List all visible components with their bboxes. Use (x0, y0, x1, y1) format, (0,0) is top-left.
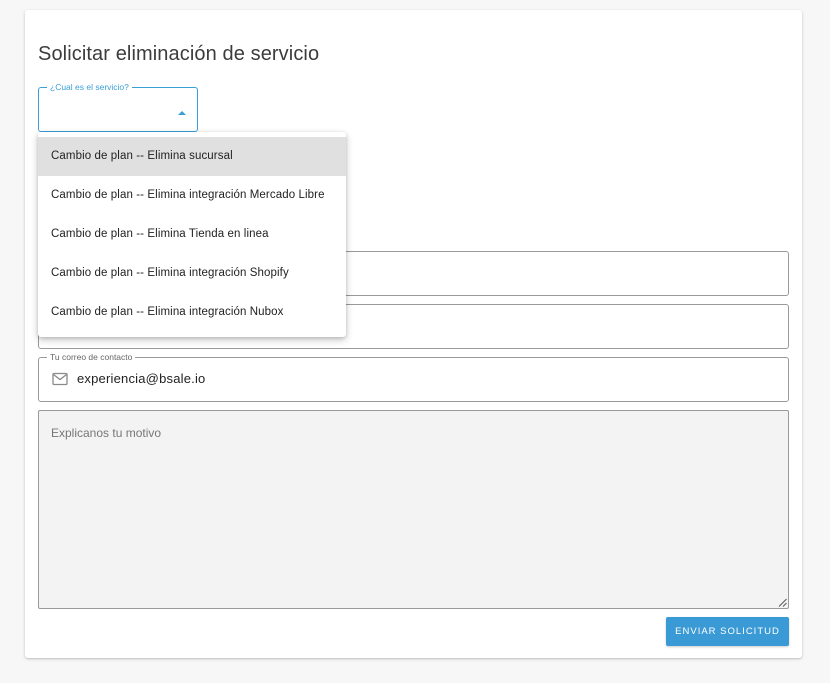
email-value: experiencia@bsale.io (77, 371, 206, 386)
service-dropdown-menu: Cambio de plan -- Elimina sucursal Cambi… (38, 132, 346, 337)
reason-textarea[interactable]: Explicanos tu motivo (38, 410, 789, 609)
page-title: Solicitar eliminación de servicio (38, 43, 320, 65)
dropdown-option[interactable]: Cambio de plan -- Elimina integración Sh… (38, 254, 346, 293)
service-select[interactable]: ¿Cual es el servicio? (38, 82, 198, 132)
caret-up-icon (178, 111, 186, 115)
dropdown-option[interactable]: Cambio de plan -- Elimina integración Me… (38, 176, 346, 215)
email-field[interactable]: Tu correo de contacto experiencia@bsale.… (38, 352, 789, 402)
dropdown-option[interactable]: Cambio de plan -- Elimina sucursal (38, 137, 346, 176)
dropdown-option[interactable]: Cambio de plan -- Elimina Tienda en line… (38, 215, 346, 254)
email-field-label: Tu correo de contacto (47, 352, 136, 362)
service-select-label: ¿Cual es el servicio? (47, 82, 132, 92)
submit-request-button[interactable]: ENVIAR SOLICITUD (666, 617, 789, 646)
resize-handle-icon[interactable] (778, 598, 787, 607)
dropdown-option[interactable]: Cambio de plan -- Elimina integración Nu… (38, 293, 346, 332)
reason-placeholder: Explicanos tu motivo (51, 426, 162, 440)
mail-icon (52, 372, 68, 386)
